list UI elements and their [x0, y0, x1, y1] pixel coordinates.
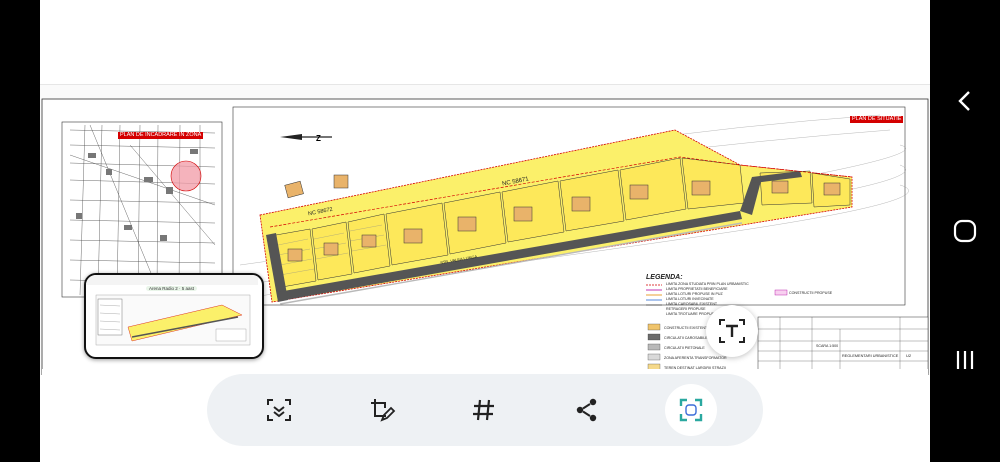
- legend-swatch-4: TEREN DESTINAT LARGIRII STRAZII: [664, 366, 726, 370]
- legend-line-6: LIMITA TROTUARE PROPUSE: [666, 312, 717, 316]
- legend-proposed: CONSTRUCTII PROPUSE: [789, 291, 833, 295]
- edit-crop-icon: [371, 399, 396, 422]
- titleblock-plan: REGLEMENTARI URBANISTICE: [842, 354, 899, 358]
- screenshot-toolbar: [207, 374, 763, 446]
- back-button[interactable]: [948, 84, 982, 118]
- hashtag-icon: [473, 399, 494, 421]
- legend-swatch-0: CONSTRUCTII EXISTENTE: [664, 326, 710, 330]
- titleblock-sheet: U2: [906, 353, 912, 358]
- titleblock-scale: SCARA 1:500: [816, 344, 839, 348]
- smart-select-button[interactable]: [665, 384, 717, 436]
- home-button[interactable]: [948, 214, 982, 248]
- share-button[interactable]: [565, 388, 609, 432]
- navigation-bar: [930, 0, 1000, 462]
- scan-text-icon: [267, 399, 291, 421]
- legend-title: LEGENDA:: [646, 274, 683, 281]
- screenshot-thumbnail[interactable]: Arena Radio 2 · 5 aast: [84, 273, 264, 359]
- thumbnail-caption: Arena Radio 2 · 5 aast: [146, 286, 198, 291]
- legend-swatch-3: ZONA AFERENTA TRANSFORMATOR: [664, 356, 727, 360]
- site-plan-title: PLAN DE SITUATIE: [850, 116, 904, 123]
- svg-text:Z: Z: [316, 134, 321, 143]
- legend-swatch-2: CIRCULATII PIETONALE: [664, 346, 705, 350]
- text-scan-icon: [719, 319, 745, 343]
- back-icon: [958, 91, 970, 111]
- legend-swatch-1: CIRCULATII CAROSABILE: [664, 336, 708, 340]
- location-plan-title: PLAN DE INCADRARE IN ZONA: [118, 132, 204, 139]
- recents-icon: [956, 351, 974, 369]
- extract-text-button[interactable]: [706, 305, 758, 357]
- recents-button[interactable]: [948, 343, 982, 377]
- smart-select-icon: [679, 398, 703, 422]
- edit-crop-button[interactable]: [360, 388, 404, 432]
- share-icon: [576, 398, 597, 422]
- home-icon: [953, 219, 977, 243]
- scan-text-button[interactable]: [257, 388, 301, 432]
- tag-button[interactable]: [462, 388, 506, 432]
